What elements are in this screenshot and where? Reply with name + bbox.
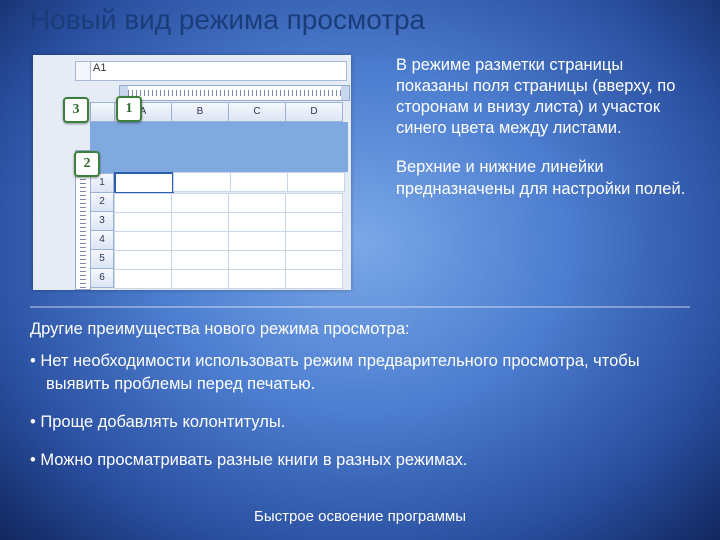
page-gap-top — [90, 122, 348, 172]
cell — [287, 172, 345, 192]
cell — [171, 231, 229, 251]
cell-selected — [114, 172, 174, 194]
name-box-value: A1 — [93, 62, 106, 74]
paragraph: Верхние и нижние линейки предназначены д… — [396, 157, 696, 199]
cell — [228, 212, 286, 232]
slide-title: Новый вид режима просмотра — [30, 4, 425, 36]
cell — [285, 250, 343, 270]
paragraph: В режиме разметки страницы показаны поля… — [396, 55, 696, 139]
callout-badge-2: 2 — [74, 151, 100, 177]
cell — [114, 250, 172, 270]
cell — [171, 250, 229, 270]
select-all-corner — [90, 102, 116, 122]
cell — [228, 231, 286, 251]
cell — [228, 250, 286, 270]
subtitle: Другие преимущества нового режима просмо… — [30, 318, 690, 340]
name-box-dropdown — [75, 61, 91, 81]
formula-bar — [90, 61, 347, 81]
bullet-item: Проще добавлять колонтитулы. — [30, 411, 690, 433]
cell — [114, 231, 172, 251]
bullet-item: Нет необходимости использовать режим пре… — [30, 350, 690, 395]
callout-badge-3: 3 — [63, 97, 89, 123]
cell — [285, 212, 343, 232]
ruler-margin-right — [341, 86, 349, 100]
cell — [114, 269, 172, 289]
cell — [285, 231, 343, 251]
cell — [171, 212, 229, 232]
column-headers: A B C D — [115, 102, 343, 120]
row-header: 2 — [90, 192, 114, 212]
cell — [285, 193, 343, 213]
cell — [285, 269, 343, 289]
cell — [173, 172, 231, 192]
callout-badge-1: 1 — [116, 96, 142, 122]
column-header: C — [228, 102, 286, 122]
cell-grid — [115, 173, 345, 289]
cell — [114, 212, 172, 232]
row-header: 4 — [90, 230, 114, 250]
row-header: 5 — [90, 249, 114, 269]
bullet-list: Нет необходимости использовать режим пре… — [30, 350, 690, 471]
column-header: D — [285, 102, 343, 122]
divider — [30, 306, 690, 308]
horizontal-ruler — [119, 85, 350, 101]
cell — [114, 193, 172, 213]
screenshot: A1 A B C D 1 2 3 4 5 6 — [33, 55, 351, 290]
cell — [171, 269, 229, 289]
bullet-item: Можно просматривать разные книги в разны… — [30, 449, 690, 471]
row-headers: 1 2 3 4 5 6 — [90, 173, 114, 287]
right-text-block: В режиме разметки страницы показаны поля… — [396, 55, 696, 218]
column-header: B — [171, 102, 229, 122]
lower-text-block: Другие преимущества нового режима просмо… — [30, 318, 690, 487]
slide: Новый вид режима просмотра A1 A B C D 1 … — [0, 0, 720, 540]
footer-text: Быстрое освоение программы — [0, 508, 720, 525]
cell — [228, 269, 286, 289]
row-header: 6 — [90, 268, 114, 288]
cell — [228, 193, 286, 213]
cell — [230, 172, 288, 192]
row-header: 3 — [90, 211, 114, 231]
cell — [171, 193, 229, 213]
